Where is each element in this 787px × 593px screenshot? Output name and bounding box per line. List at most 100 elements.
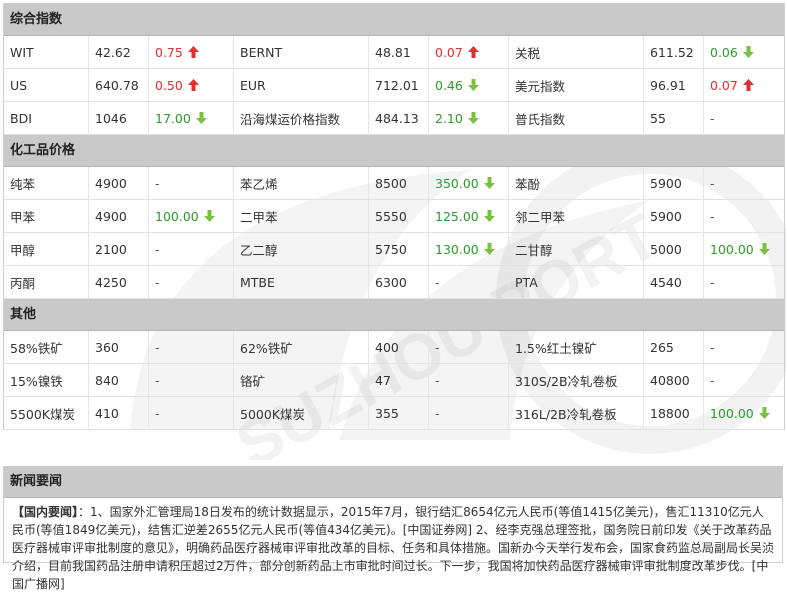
item-change: 0.07	[710, 77, 738, 93]
item-change-cell: 0.06	[704, 36, 784, 68]
item-change-cell: 100.00	[704, 397, 784, 429]
item-value: 640.78	[89, 69, 149, 101]
item-name: 5500K煤炭	[4, 397, 89, 429]
item-change: -	[435, 372, 440, 388]
item-change: -	[435, 274, 440, 290]
news-section: 新闻要闻 【国内要闻】：1、国家外汇管理局18日发布的统计数据显示，2015年7…	[3, 466, 783, 591]
item-name: 316L/2B冷轧卷板	[509, 397, 644, 429]
item-change: -	[710, 372, 715, 388]
item-value: 712.01	[369, 69, 429, 101]
item-name: 苯酚	[509, 167, 644, 199]
arrow-down-icon	[758, 407, 770, 419]
item-change-cell: -	[429, 364, 509, 396]
item-change: -	[710, 110, 715, 126]
table-row: 58%铁矿 360-62%铁矿 400-1.5%红土镍矿 265-	[4, 331, 784, 364]
item-change: 0.50	[155, 77, 183, 93]
item-value: 48.81	[369, 36, 429, 68]
arrow-up-icon	[467, 46, 479, 58]
item-change-cell: 100.00	[704, 233, 784, 265]
arrow-down-icon	[195, 112, 207, 124]
item-name: 纯苯	[4, 167, 89, 199]
item-value: 4250	[89, 266, 149, 298]
item-change: 2.10	[435, 110, 463, 126]
item-name: BERNT	[234, 36, 369, 68]
item-change-cell: 100.00	[149, 200, 234, 232]
item-name: 58%铁矿	[4, 331, 89, 363]
item-change-cell: -	[704, 331, 784, 363]
item-name: 邻二甲苯	[509, 200, 644, 232]
item-value: 4540	[644, 266, 704, 298]
item-value: 4900	[89, 167, 149, 199]
item-change: -	[155, 274, 160, 290]
item-name: 甲醇	[4, 233, 89, 265]
item-name: 62%铁矿	[234, 331, 369, 363]
item-change: -	[155, 241, 160, 257]
news-body: 【国内要闻】：1、国家外汇管理局18日发布的统计数据显示，2015年7月，银行结…	[4, 498, 782, 593]
item-change: -	[435, 405, 440, 421]
item-change-cell: -	[149, 364, 234, 396]
table-row: 纯苯 4900- 苯乙烯 8500 350.00 苯酚 5900-	[4, 167, 784, 200]
item-value: 5900	[644, 167, 704, 199]
item-change-cell: -	[704, 364, 784, 396]
item-name: 铬矿	[234, 364, 369, 396]
item-change: 0.06	[710, 44, 738, 60]
item-change-cell: -	[149, 331, 234, 363]
item-value: 611.52	[644, 36, 704, 68]
table-row: US 640.78 0.50 EUR 712.01 0.46 美元指数 96.91 0.07	[4, 69, 784, 102]
item-change-cell: -	[149, 266, 234, 298]
item-name: 5000K煤炭	[234, 397, 369, 429]
item-value: 96.91	[644, 69, 704, 101]
item-change-cell: -	[429, 397, 509, 429]
item-change-cell: 0.07	[429, 36, 509, 68]
item-change-cell: -	[704, 266, 784, 298]
news-lead: 【国内要闻】	[12, 505, 79, 519]
arrow-down-icon	[483, 210, 495, 222]
item-name: 乙二醇	[234, 233, 369, 265]
item-change-cell: -	[149, 167, 234, 199]
item-change: 0.75	[155, 44, 183, 60]
table-row: 15%镍铁 840- 铬矿 47-310S/2B冷轧卷板 40800-	[4, 364, 784, 397]
item-value: 2100	[89, 233, 149, 265]
item-change-cell: 0.07	[704, 69, 784, 101]
item-change-cell: -	[149, 233, 234, 265]
item-value: 360	[89, 331, 149, 363]
item-change-cell: 350.00	[429, 167, 509, 199]
arrow-down-icon	[483, 243, 495, 255]
section-header: 化工品价格	[4, 135, 784, 167]
item-name: 沿海煤运价格指数	[234, 102, 369, 134]
item-change: 100.00	[710, 241, 754, 257]
item-value: 5900	[644, 200, 704, 232]
item-change-cell: -	[429, 266, 509, 298]
item-value: 5000	[644, 233, 704, 265]
item-name: 甲苯	[4, 200, 89, 232]
item-change: -	[435, 339, 440, 355]
item-change: 0.46	[435, 77, 463, 93]
item-change: 100.00	[155, 208, 199, 224]
item-name: 二甲苯	[234, 200, 369, 232]
item-change: -	[155, 372, 160, 388]
item-name: 苯乙烯	[234, 167, 369, 199]
item-value: 55	[644, 102, 704, 134]
item-change-cell: 17.00	[149, 102, 234, 134]
item-value: 5550	[369, 200, 429, 232]
item-value: 484.13	[369, 102, 429, 134]
arrow-down-icon	[203, 210, 215, 222]
item-change-cell: 0.50	[149, 69, 234, 101]
item-value: 47	[369, 364, 429, 396]
arrow-down-icon	[467, 79, 479, 91]
item-name: BDI	[4, 102, 89, 134]
item-change: -	[710, 175, 715, 191]
item-change: 350.00	[435, 175, 479, 191]
news-body-text: ：1、国家外汇管理局18日发布的统计数据显示，2015年7月，银行结汇8654亿…	[12, 505, 775, 591]
table-row: 5500K煤炭 410-5000K煤炭 355-316L/2B冷轧卷板 18800 10…	[4, 397, 784, 430]
item-change-cell: -	[429, 331, 509, 363]
arrow-up-icon	[187, 79, 199, 91]
item-name: 丙酮	[4, 266, 89, 298]
item-change: -	[710, 208, 715, 224]
item-value: 400	[369, 331, 429, 363]
arrow-down-icon	[483, 177, 495, 189]
item-change-cell: -	[149, 397, 234, 429]
item-name: PTA	[509, 266, 644, 298]
section-header: 其他	[4, 299, 784, 331]
table-row: WIT 42.62 0.75 BERNT 48.81 0.07 关税 611.52 0.06	[4, 36, 784, 69]
